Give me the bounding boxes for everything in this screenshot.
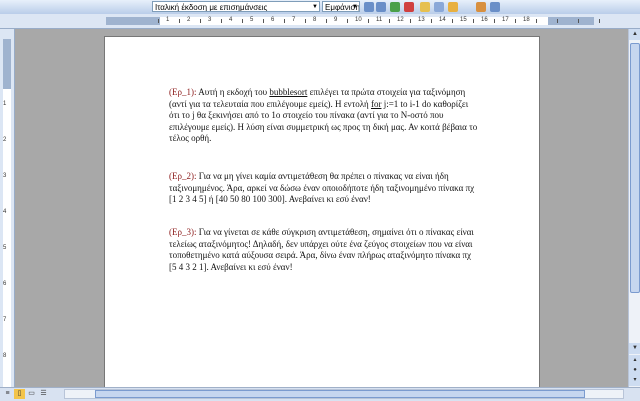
ruler-tick bbox=[557, 19, 558, 23]
horizontal-scrollbar-thumb[interactable] bbox=[95, 390, 585, 398]
ruler-tick bbox=[179, 19, 180, 23]
ruler-number: 4 bbox=[229, 17, 233, 23]
ruler-tick bbox=[305, 19, 306, 23]
answer-paragraph-1: (Ερ_1): Αυτή η εκδοχή του bubblesort επι… bbox=[169, 87, 479, 145]
next-page-icon[interactable]: ▾ bbox=[629, 375, 640, 386]
toolbar-options-icon[interactable] bbox=[490, 2, 500, 12]
comment-icon[interactable] bbox=[420, 2, 430, 12]
ruler-tick bbox=[221, 19, 222, 23]
ruler-tick bbox=[158, 19, 159, 23]
vertical-ruler[interactable]: 1 2 3 4 5 6 7 8 bbox=[0, 29, 15, 387]
vruler-number: 4 bbox=[3, 209, 7, 215]
answer-paragraph-3: (Ερ_3): Για να γίνεται σε κάθε σύγκριση … bbox=[169, 227, 479, 273]
vruler-number: 2 bbox=[3, 137, 7, 143]
ruler-number: 6 bbox=[271, 17, 275, 23]
accept-change-icon[interactable] bbox=[390, 2, 400, 12]
reviewing-pane-icon[interactable] bbox=[476, 2, 486, 12]
ruler-number: 15 bbox=[460, 17, 467, 23]
ruler-tick bbox=[263, 19, 264, 23]
ruler-tick bbox=[284, 19, 285, 23]
ruler-right-margin bbox=[548, 17, 594, 25]
web-layout-icon[interactable]: ▯ bbox=[14, 389, 25, 399]
ruler-tick bbox=[242, 19, 243, 23]
ruler-tick bbox=[389, 19, 390, 23]
view-bar: ≡ ▯ ▭ ☰ bbox=[0, 387, 640, 401]
vruler-number: 7 bbox=[3, 317, 7, 323]
ruler-tick bbox=[515, 19, 516, 23]
answer-paragraph-2: (Ερ_2): Για να μη γίνει καμία αντιμετάθε… bbox=[169, 171, 479, 206]
ruler-tick bbox=[452, 19, 453, 23]
scroll-down-icon[interactable]: ▼ bbox=[629, 343, 640, 354]
ruler-tick bbox=[431, 19, 432, 23]
ruler-number: 2 bbox=[187, 17, 191, 23]
ruler-number: 3 bbox=[208, 17, 212, 23]
for-keyword: for bbox=[370, 98, 382, 109]
reject-change-icon[interactable] bbox=[404, 2, 414, 12]
ruler-tick bbox=[599, 19, 600, 23]
vruler-number: 6 bbox=[3, 281, 7, 287]
ruler-tick bbox=[473, 19, 474, 23]
style-dropdown-value: Ιταλική έκδοση με επισημάνσεις bbox=[155, 3, 268, 12]
ruler-tick bbox=[368, 19, 369, 23]
scrollbar-thumb[interactable] bbox=[630, 43, 640, 293]
next-change-icon[interactable] bbox=[376, 2, 386, 12]
ruler-number: 11 bbox=[376, 17, 383, 23]
highlight-icon[interactable] bbox=[448, 2, 458, 12]
vruler-number: 5 bbox=[3, 245, 7, 251]
style-dropdown[interactable]: Ιταλική έκδοση με επισημάνσεις ▼ bbox=[152, 1, 320, 12]
print-layout-icon[interactable]: ▭ bbox=[26, 389, 37, 399]
vruler-top-margin bbox=[3, 39, 11, 89]
ruler-left-margin bbox=[106, 17, 160, 25]
ruler-number: 7 bbox=[292, 17, 296, 23]
vruler-number: 8 bbox=[3, 353, 7, 359]
ruler-tick bbox=[494, 19, 495, 23]
ruler-number: 16 bbox=[481, 17, 488, 23]
chevron-down-icon: ▼ bbox=[352, 4, 358, 10]
track-changes-icon[interactable] bbox=[434, 2, 444, 12]
ruler-number: 9 bbox=[334, 17, 338, 23]
ruler-text-area bbox=[160, 17, 548, 25]
question-tag-1: (Ερ_1): bbox=[169, 87, 197, 97]
view-dropdown[interactable]: Εμφάνιση ▼ bbox=[322, 1, 360, 12]
ruler-number: 14 bbox=[439, 17, 446, 23]
vruler-text-area bbox=[3, 89, 11, 387]
ruler-number: 12 bbox=[397, 17, 404, 23]
ruler-tick bbox=[326, 19, 327, 23]
ruler-tick bbox=[578, 19, 579, 23]
ruler-tick bbox=[536, 19, 537, 23]
paragraph-text: Για να γίνεται σε κάθε σύγκριση αντιμετά… bbox=[169, 227, 474, 272]
ruler-number: 13 bbox=[418, 17, 425, 23]
ruler-tick bbox=[200, 19, 201, 23]
horizontal-scrollbar[interactable] bbox=[64, 389, 624, 399]
ruler-number: 5 bbox=[250, 17, 254, 23]
question-tag-3: (Ερ_3): bbox=[169, 227, 197, 237]
ruler-number: 17 bbox=[502, 17, 509, 23]
normal-view-icon[interactable]: ≡ bbox=[2, 389, 13, 399]
bubblesort-keyword: bubblesort bbox=[269, 87, 308, 97]
question-tag-2: (Ερ_2): bbox=[169, 171, 197, 181]
ruler-tick bbox=[347, 19, 348, 23]
vruler-number: 3 bbox=[3, 173, 7, 179]
paragraph-text: Αυτή η εκδοχή του bbox=[196, 87, 270, 97]
outline-view-icon[interactable]: ☰ bbox=[38, 389, 49, 399]
ruler-number: 10 bbox=[355, 17, 362, 23]
scroll-up-icon[interactable]: ▲ bbox=[629, 29, 640, 40]
vertical-scrollbar[interactable]: ▲ ▼ ▴ ● ▾ bbox=[628, 29, 640, 387]
formatting-toolbar: Ιταλική έκδοση με επισημάνσεις ▼ Εμφάνισ… bbox=[0, 0, 640, 15]
ruler-tick bbox=[410, 19, 411, 23]
previous-change-icon[interactable] bbox=[364, 2, 374, 12]
document-page[interactable]: (Ερ_1): Αυτή η εκδοχή του bubblesort επι… bbox=[104, 36, 540, 396]
ruler-number: 18 bbox=[523, 17, 530, 23]
paragraph-text: Για να μη γίνει καμία αντιμετάθεση θα πρ… bbox=[169, 171, 475, 204]
ruler-number: 8 bbox=[313, 17, 317, 23]
vruler-number: 1 bbox=[3, 101, 7, 107]
chevron-down-icon: ▼ bbox=[312, 4, 318, 10]
horizontal-ruler[interactable]: 1 2 3 4 5 6 7 8 9 10 11 12 13 14 15 16 17 18 bbox=[0, 14, 640, 29]
ruler-number: 1 bbox=[166, 17, 170, 23]
